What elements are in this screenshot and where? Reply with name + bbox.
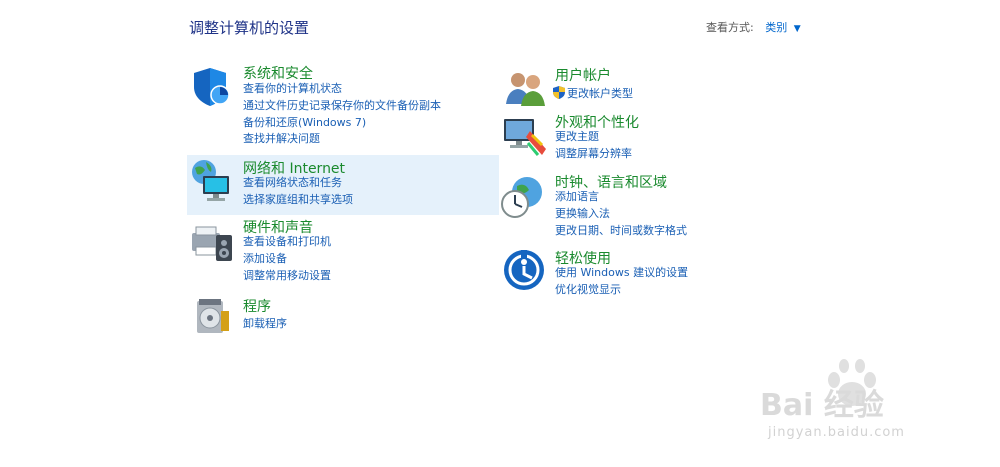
category-appearance: 外观和个性化 更改主题 调整屏幕分辨率 [499, 110, 779, 166]
link-troubleshoot[interactable]: 查找并解决问题 [243, 131, 441, 148]
link-uninstall-program[interactable]: 卸载程序 [243, 316, 287, 333]
ease-of-access-icon[interactable] [502, 248, 548, 294]
link-change-theme[interactable]: 更改主题 [555, 129, 632, 146]
link-label: 更改帐户类型 [567, 87, 633, 100]
link-view-computer-status[interactable]: 查看你的计算机状态 [243, 81, 441, 98]
page-title: 调整计算机的设置 [189, 19, 310, 37]
link-add-language[interactable]: 添加语言 [555, 189, 687, 206]
watermark-text: Bai 经验 [760, 388, 884, 423]
chevron-down-icon[interactable]: ▼ [794, 24, 801, 34]
link-change-input-method[interactable]: 更换输入法 [555, 206, 687, 223]
link-mobility-settings[interactable]: 调整常用移动设置 [243, 268, 331, 285]
link-backup-restore[interactable]: 备份和还原(Windows 7) [243, 115, 441, 132]
watermark-url: jingyan.baidu.com [768, 425, 905, 440]
category-system-security: 系统和安全 查看你的计算机状态 通过文件历史记录保存你的文件备份副本 备份和还原… [187, 60, 499, 150]
category-clock-region: 时钟、语言和区域 添加语言 更换输入法 更改日期、时间或数字格式 [499, 170, 779, 240]
link-date-time-format[interactable]: 更改日期、时间或数字格式 [555, 223, 687, 240]
category-user-accounts: 用户帐户 更改帐户类型 [499, 62, 779, 106]
category-ease-of-access: 轻松使用 使用 Windows 建议的设置 优化视觉显示 [499, 245, 779, 305]
system-security-icon[interactable] [190, 65, 236, 111]
hardware-sound-icon[interactable] [190, 219, 236, 265]
link-homegroup[interactable]: 选择家庭组和共享选项 [243, 192, 353, 209]
uac-shield-icon [553, 86, 565, 99]
category-title[interactable]: 用户帐户 [555, 65, 611, 85]
link-change-account-type[interactable]: 更改帐户类型 [553, 86, 633, 103]
link-optimize-visual[interactable]: 优化视觉显示 [555, 282, 688, 299]
category-title[interactable]: 系统和安全 [243, 63, 313, 83]
link-add-device[interactable]: 添加设备 [243, 251, 331, 268]
view-by-label: 查看方式: [706, 21, 754, 34]
link-recommended-settings[interactable]: 使用 Windows 建议的设置 [555, 265, 688, 282]
category-hardware-sound: 硬件和声音 查看设备和打印机 添加设备 调整常用移动设置 [187, 215, 499, 285]
view-by-dropdown[interactable]: 类别 [765, 21, 787, 34]
view-by: 查看方式: 类别 ▼ [706, 19, 801, 35]
user-accounts-icon[interactable] [504, 68, 550, 114]
appearance-icon[interactable] [502, 115, 548, 161]
link-devices-printers[interactable]: 查看设备和打印机 [243, 234, 331, 251]
link-network-status[interactable]: 查看网络状态和任务 [243, 175, 353, 192]
category-network-internet: 网络和 Internet 查看网络状态和任务 选择家庭组和共享选项 [187, 155, 499, 215]
link-file-history[interactable]: 通过文件历史记录保存你的文件备份副本 [243, 98, 441, 115]
network-internet-icon[interactable] [189, 158, 235, 204]
programs-icon[interactable] [193, 295, 239, 341]
link-screen-resolution[interactable]: 调整屏幕分辨率 [555, 146, 632, 163]
clock-region-icon[interactable] [501, 174, 547, 220]
category-programs: 程序 卸载程序 [187, 293, 499, 343]
category-title[interactable]: 程序 [243, 296, 271, 316]
